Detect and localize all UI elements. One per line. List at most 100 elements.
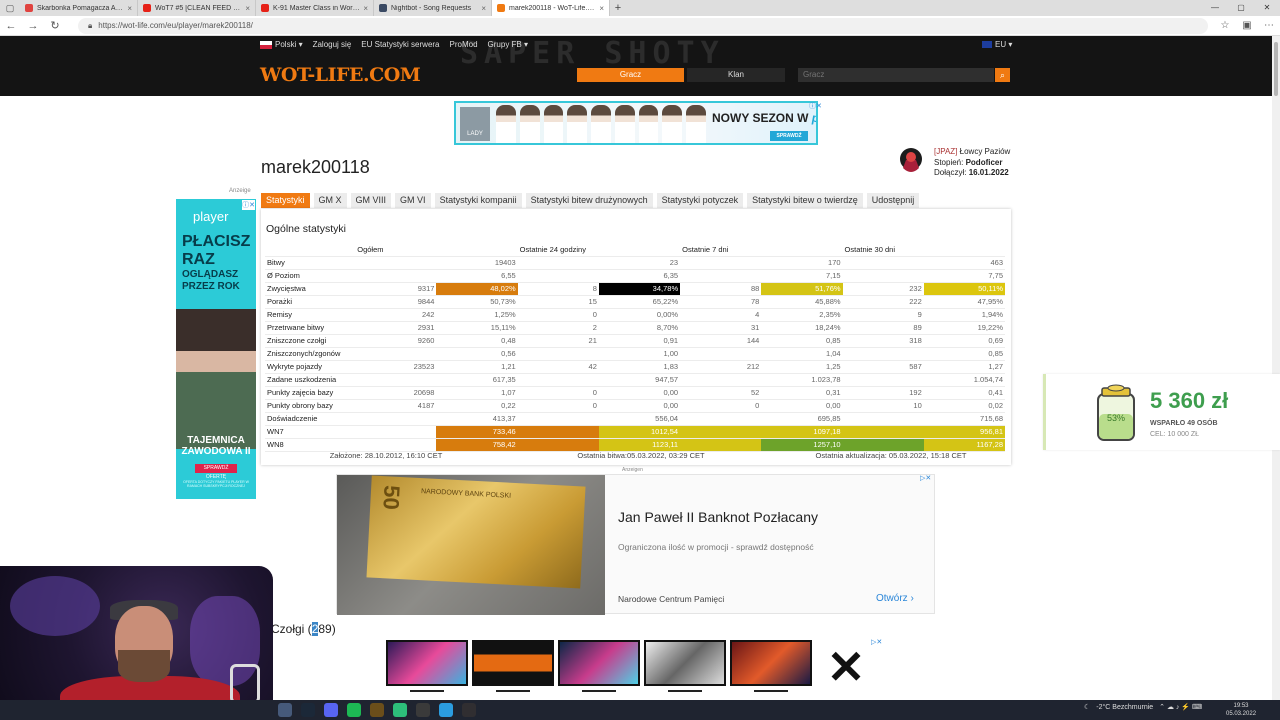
stats-cell: 31 xyxy=(680,321,762,335)
tab-gm-x[interactable]: GM X xyxy=(313,193,347,208)
player-search-input[interactable] xyxy=(798,68,994,82)
nav-language[interactable]: Polski ▾ xyxy=(260,40,303,49)
ad-cta-button[interactable]: SPRAWDŹ xyxy=(770,131,808,141)
ad-cta-button[interactable]: SPRAWDŹ OFERTĘ xyxy=(195,464,237,480)
ad-close-icon[interactable]: ⓘ✕ xyxy=(242,200,255,210)
site-logo[interactable]: WOT-LIFE.COM xyxy=(260,64,421,86)
tanks-label: Czołgi ( xyxy=(271,622,312,636)
stats-row-label: Ø Poziom xyxy=(265,269,356,283)
clan-logo-icon[interactable] xyxy=(898,146,924,176)
tab-favicon xyxy=(25,4,33,12)
tray-icons[interactable]: ⌃ ☁ ♪ ⚡ ⌨ xyxy=(1159,703,1202,711)
discord-icon[interactable] xyxy=(324,703,338,717)
close-tab-icon[interactable]: × xyxy=(481,4,486,13)
stats-cell: 6,55 xyxy=(436,269,518,283)
clan-name[interactable]: [JPAZ] Łowcy Paziów xyxy=(934,147,1010,158)
stats-cell: 1,94% xyxy=(923,308,1005,322)
spotify-icon[interactable] xyxy=(347,703,361,717)
nav-login[interactable]: Zaloguj się xyxy=(313,40,352,49)
forward-icon[interactable]: → xyxy=(22,20,44,32)
page-scrollbar[interactable] xyxy=(1272,36,1280,700)
close-tab-icon[interactable]: × xyxy=(363,4,368,13)
favorites-icon[interactable]: ☆ xyxy=(1214,20,1236,31)
nav-fb-groups[interactable]: Grupy FB ▾ xyxy=(488,40,528,49)
ad-fineprint: OFERTA DOTYCZY PAKIETU PLAYER W RAMACH S… xyxy=(183,480,249,488)
site-header: SAPER SHOTY Polski ▾ Zaloguj się EU Stat… xyxy=(0,36,1272,96)
browser-tab-3[interactable]: K-91 Master Class in World of Ta...× xyxy=(256,0,374,16)
new-tab-button[interactable]: + xyxy=(610,2,626,14)
menu-icon[interactable]: ⋯ xyxy=(1258,20,1280,31)
region-label: EU ▾ xyxy=(995,40,1013,49)
tab-share[interactable]: Udostępnij xyxy=(866,193,920,208)
stats-row-label: Zniszczone czołgi xyxy=(265,334,356,348)
search-icon[interactable]: ⌕ xyxy=(995,68,1010,82)
stats-row-label: Bitwy xyxy=(265,256,356,270)
banknote-image: 50 NARODOWY BANK POLSKI xyxy=(337,475,605,615)
stats-cell: 1123,11 xyxy=(598,438,681,452)
collections-icon[interactable]: ▣ xyxy=(1236,20,1258,31)
clan-search-tab[interactable]: Klan xyxy=(687,68,785,82)
ad-headline[interactable]: Jan Paweł II Banknot Pozłacany xyxy=(618,509,818,525)
browser-tab-1[interactable]: Skarbonka Pomagacza Anonimow...× xyxy=(20,0,138,16)
browser-tab-5[interactable]: marek200118 - WoT-Life.com - ...× xyxy=(492,0,610,16)
reload-icon[interactable]: ↻ xyxy=(44,19,66,32)
tab-company-stats[interactable]: Statystyki kompanii xyxy=(434,193,522,208)
browser-tab-2[interactable]: WoT7 #5 [CLEAN FEED DAY #1] ...× xyxy=(138,0,256,16)
close-tab-icon[interactable]: × xyxy=(127,4,132,13)
tab-statystyki[interactable]: Statystyki xyxy=(261,193,310,208)
stats-cell xyxy=(517,373,599,387)
app-icon[interactable] xyxy=(370,703,384,717)
monitor-ad[interactable]: ✕ xyxy=(386,640,886,700)
close-tab-icon[interactable]: × xyxy=(599,4,604,13)
ad-open-link[interactable]: Otwórz › xyxy=(876,593,914,604)
scrollbar-thumb[interactable] xyxy=(1274,42,1278,96)
player-search-tab[interactable]: Gracz xyxy=(577,68,684,82)
stats-footer: Założone: 28.10.2012, 16:10 CET Ostatnia… xyxy=(261,451,1011,460)
steam-icon[interactable] xyxy=(301,703,315,717)
ad-close-icon[interactable]: ⓘ✕ xyxy=(809,101,822,111)
browser-tab-4[interactable]: Nightbot - Song Requests × xyxy=(374,0,492,16)
app-icon[interactable] xyxy=(278,703,292,717)
ad-close-icon[interactable]: ▷✕ xyxy=(920,474,931,482)
browser-tab-label: marek200118 - WoT-Life.com - ... xyxy=(509,4,597,12)
top-banner-ad[interactable]: LADY NOWY SEZON W player SPRAWDŹ xyxy=(454,101,818,145)
stats-cell: 0 xyxy=(517,399,599,413)
clock[interactable]: 19:53 05.03.2022 xyxy=(1226,702,1256,718)
app-icon[interactable] xyxy=(393,703,407,717)
tab-actions-icon[interactable]: ▢ xyxy=(0,3,20,14)
app-icon[interactable] xyxy=(416,703,430,717)
url-field[interactable]: 🔒︎ https://wot-life.com/eu/player/marek20… xyxy=(78,17,1208,34)
nav-promod[interactable]: ProMod xyxy=(450,40,478,49)
stats-cell: 413,37 xyxy=(436,412,518,426)
ad-advertiser: Narodowe Centrum Pamięci xyxy=(618,594,725,604)
stats-cell: 8,70% xyxy=(598,321,681,335)
back-icon[interactable]: ← xyxy=(0,20,22,32)
stats-cell: 1,04 xyxy=(761,347,843,361)
tab-stronghold-stats[interactable]: Statystyki bitew o twierdzę xyxy=(747,193,863,208)
minimize-icon[interactable]: — xyxy=(1202,0,1228,16)
ad-close-icon[interactable]: ▷✕ xyxy=(871,638,882,646)
tab-gm-viii[interactable]: GM VIII xyxy=(350,193,392,208)
tab-skirmish-stats[interactable]: Statystyki potyczek xyxy=(656,193,744,208)
tab-gm-vi[interactable]: GM VI xyxy=(395,193,431,208)
stats-cell xyxy=(680,347,762,361)
stats-table: Ogółem Ostatnie 24 godziny Ostatnie 7 dn… xyxy=(265,243,1005,452)
close-window-icon[interactable]: ✕ xyxy=(1254,0,1280,16)
stats-row: Zniszczone czołgi 9260 0,48 21 0,91 144 0,85 31… xyxy=(265,334,1005,348)
obs-icon[interactable] xyxy=(462,703,476,717)
stats-cell: 242 xyxy=(355,308,437,322)
banknote-ad[interactable]: 50 NARODOWY BANK POLSKI Jan Paweł II Ban… xyxy=(336,474,935,615)
tab-team-battle-stats[interactable]: Statystyki bitew drużynowych xyxy=(525,193,653,208)
brand-x-logo-icon: ✕ xyxy=(826,641,866,693)
region-select[interactable]: EU ▾ xyxy=(982,40,1012,49)
stats-cell: 617,35 xyxy=(436,373,518,387)
edge-icon[interactable] xyxy=(439,703,453,717)
maximize-icon[interactable]: ▢ xyxy=(1228,0,1254,16)
weather-text[interactable]: -2°C Bezchmurnie xyxy=(1096,704,1153,711)
monitor-image xyxy=(644,640,726,694)
nav-server-stats[interactable]: EU Statystyki serwera xyxy=(361,40,439,49)
close-tab-icon[interactable]: × xyxy=(245,4,250,13)
header-cell xyxy=(436,243,518,257)
stats-row: Doświadczenie 413,37 556,04 695,85 715,68 xyxy=(265,412,1005,426)
side-skyscraper-ad[interactable]: ⓘ✕ player PŁACISZ RAZ OGLĄDASZ PRZEZ ROK T… xyxy=(176,199,256,499)
